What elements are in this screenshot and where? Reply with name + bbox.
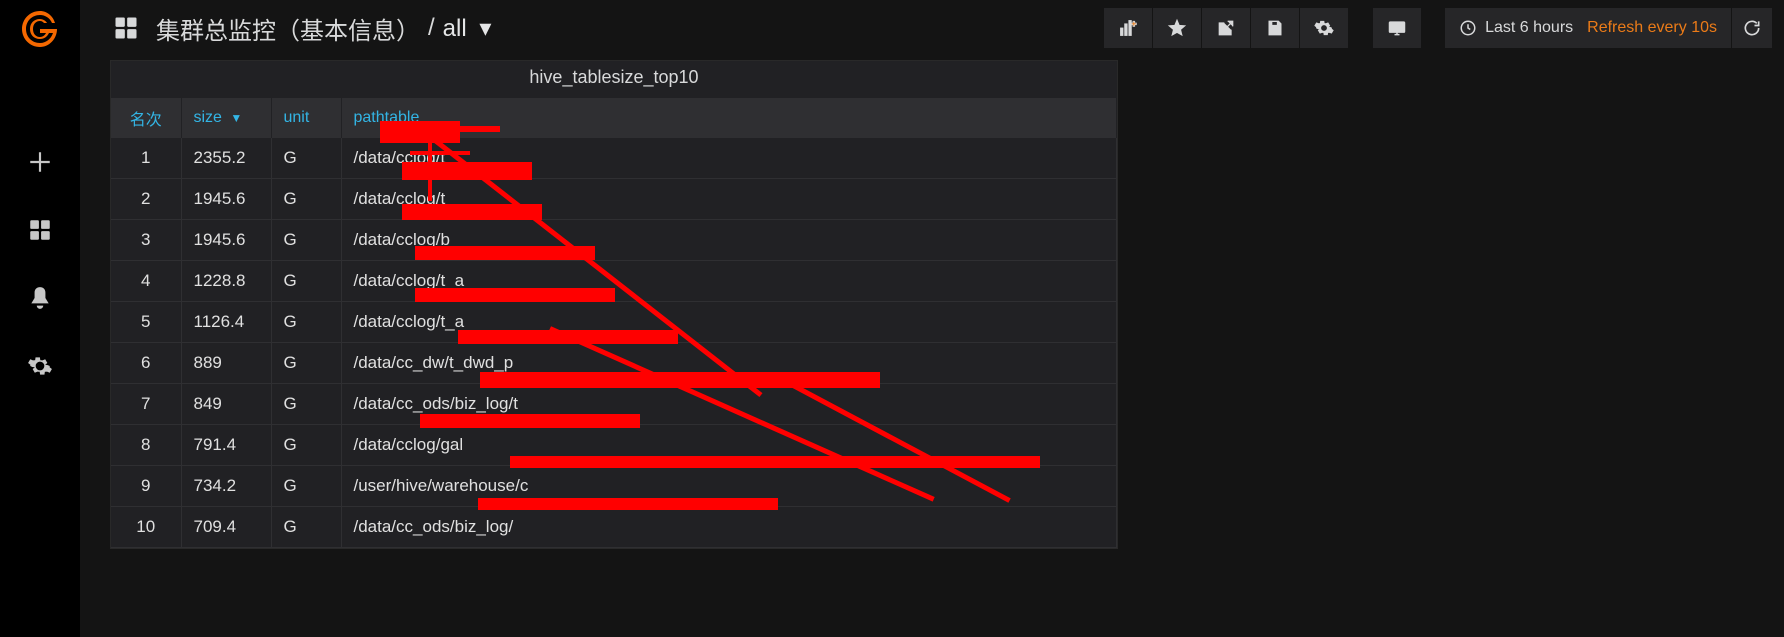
table-row[interactable]: 10709.4G/data/cc_ods/biz_log/	[111, 507, 1117, 548]
cell-unit: G	[271, 220, 341, 261]
cell-size: 1945.6	[181, 220, 271, 261]
table-row[interactable]: 8791.4G/data/cclog/gal	[111, 425, 1117, 466]
table-row[interactable]: 12355.2G/data/cclog/t_	[111, 138, 1117, 179]
cell-size: 889	[181, 343, 271, 384]
star-button[interactable]	[1153, 8, 1201, 48]
cell-path: /data/cc_dw/t_dwd_p	[341, 343, 1117, 384]
cell-rank: 8	[111, 425, 181, 466]
cell-path: /data/cclog/gal	[341, 425, 1117, 466]
cell-rank: 9	[111, 466, 181, 507]
cell-rank: 5	[111, 302, 181, 343]
cell-size: 849	[181, 384, 271, 425]
add-panel-button[interactable]	[1104, 8, 1152, 48]
sort-desc-icon: ▼	[230, 111, 242, 125]
table-row[interactable]: 6889G/data/cc_dw/t_dwd_p	[111, 343, 1117, 384]
chevron-down-icon: ▾	[479, 15, 491, 42]
dashboards-icon[interactable]	[110, 12, 142, 44]
cell-unit: G	[271, 466, 341, 507]
dashboard-title[interactable]: 集群总监控（基本信息）	[156, 11, 420, 46]
nav-add-icon[interactable]	[20, 142, 60, 182]
cell-rank: 7	[111, 384, 181, 425]
cell-unit: G	[271, 261, 341, 302]
cell-path: /user/hive/warehouse/c	[341, 466, 1117, 507]
cell-unit: G	[271, 179, 341, 220]
cell-path: /data/cclog/t_	[341, 179, 1117, 220]
table-row[interactable]: 9734.2G/user/hive/warehouse/c	[111, 466, 1117, 507]
table-row[interactable]: 41228.8G/data/cclog/t_a	[111, 261, 1117, 302]
refresh-interval-label: Refresh every 10s	[1587, 19, 1717, 37]
panel-title[interactable]: hive_tablesize_top10	[111, 61, 1117, 98]
cell-size: 1945.6	[181, 179, 271, 220]
col-header-size-label: size	[194, 109, 222, 126]
time-range-label: Last 6 hours	[1485, 19, 1573, 37]
cell-size: 709.4	[181, 507, 271, 548]
grafana-logo[interactable]	[20, 8, 60, 48]
cell-size: 1228.8	[181, 261, 271, 302]
table-row[interactable]: 21945.6G/data/cclog/t_	[111, 179, 1117, 220]
cell-unit: G	[271, 384, 341, 425]
cell-unit: G	[271, 425, 341, 466]
time-range-picker[interactable]: Last 6 hours Refresh every 10s	[1445, 8, 1731, 48]
table-row[interactable]: 31945.6G/data/cclog/b	[111, 220, 1117, 261]
cell-rank: 2	[111, 179, 181, 220]
template-variable-value: all	[443, 15, 467, 42]
nav-settings-icon[interactable]	[20, 346, 60, 386]
share-button[interactable]	[1202, 8, 1250, 48]
cell-unit: G	[271, 343, 341, 384]
cell-rank: 1	[111, 138, 181, 179]
nav-alerts-icon[interactable]	[20, 278, 60, 318]
cell-rank: 6	[111, 343, 181, 384]
nav-dashboards-icon[interactable]	[20, 210, 60, 250]
col-header-size[interactable]: size ▼	[181, 98, 271, 138]
cell-size: 734.2	[181, 466, 271, 507]
col-header-rank[interactable]: 名次	[111, 98, 181, 138]
cell-size: 2355.2	[181, 138, 271, 179]
settings-button[interactable]	[1300, 8, 1348, 48]
cell-path: /data/cclog/b	[341, 220, 1117, 261]
breadcrumb-separator: /	[428, 14, 435, 42]
table-row[interactable]: 7849G/data/cc_ods/biz_log/t	[111, 384, 1117, 425]
cell-path: /data/cclog/t_a	[341, 261, 1117, 302]
refresh-button[interactable]	[1732, 8, 1772, 48]
cell-path: /data/cc_ods/biz_log/	[341, 507, 1117, 548]
col-header-pathtable[interactable]: pathtable	[341, 98, 1117, 138]
nav-rail	[0, 0, 80, 637]
cell-path: /data/cc_ods/biz_log/t	[341, 384, 1117, 425]
template-variable[interactable]: all ▾	[443, 14, 492, 43]
cell-path: /data/cclog/t_	[341, 138, 1117, 179]
cell-unit: G	[271, 302, 341, 343]
topbar: 集群总监控（基本信息） / all ▾ Last 6 hours Re	[80, 0, 1784, 56]
cycle-view-button[interactable]	[1373, 8, 1421, 48]
cell-unit: G	[271, 507, 341, 548]
cell-unit: G	[271, 138, 341, 179]
cell-rank: 4	[111, 261, 181, 302]
cell-size: 1126.4	[181, 302, 271, 343]
cell-rank: 10	[111, 507, 181, 548]
cell-path: /data/cclog/t_a	[341, 302, 1117, 343]
cell-size: 791.4	[181, 425, 271, 466]
col-header-unit[interactable]: unit	[271, 98, 341, 138]
table-row[interactable]: 51126.4G/data/cclog/t_a	[111, 302, 1117, 343]
data-table: 名次 size ▼ unit pathtable 12355.2G/data/c…	[111, 98, 1117, 548]
save-button[interactable]	[1251, 8, 1299, 48]
table-panel: hive_tablesize_top10 名次 size ▼ unit path…	[110, 60, 1118, 549]
cell-rank: 3	[111, 220, 181, 261]
